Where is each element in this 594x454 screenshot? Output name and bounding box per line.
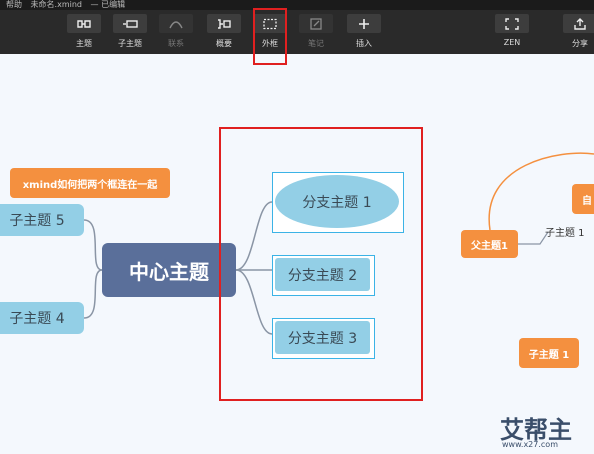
zen-button[interactable]: ZEN bbox=[494, 14, 530, 52]
toolbar: 主题 子主题 联系 概要 外框 笔记 插入 ZEN 分享 bbox=[0, 8, 594, 65]
menu-bar: 帮助 未命名.xmind — 已编辑 bbox=[0, 0, 594, 10]
share-button[interactable]: 分享 bbox=[562, 14, 594, 52]
relation-label: 联系 bbox=[168, 39, 184, 48]
share-label: 分享 bbox=[572, 39, 588, 48]
parent-topic[interactable]: 父主题1 bbox=[461, 230, 518, 258]
insert-icon bbox=[359, 18, 369, 29]
subtopic-label: 子主题 bbox=[118, 39, 142, 48]
document-title: 未命名.xmind bbox=[30, 0, 82, 9]
zen-label: ZEN bbox=[503, 38, 521, 47]
summary-button[interactable]: 概要 bbox=[206, 14, 242, 52]
relation-icon bbox=[169, 20, 183, 28]
share-icon bbox=[574, 17, 586, 30]
mind-map-canvas[interactable]: xmind如何把两个框连在一起 子主题 5 子主题 4 中心主题 分支主题 1 … bbox=[0, 54, 594, 454]
summary-label: 概要 bbox=[216, 39, 232, 48]
subtopic-4[interactable]: 子主题 4 bbox=[0, 302, 84, 334]
relation-button[interactable]: 联系 bbox=[158, 14, 194, 52]
menu-help[interactable]: 帮助 bbox=[6, 0, 22, 9]
child-topic-plain[interactable]: 子主题 1 bbox=[545, 224, 585, 239]
callout-topic[interactable]: xmind如何把两个框连在一起 bbox=[10, 168, 170, 198]
note-button[interactable]: 笔记 bbox=[298, 14, 334, 52]
summary-icon bbox=[218, 18, 231, 29]
topic-button[interactable]: 主题 bbox=[66, 14, 102, 52]
child-topic-box[interactable]: 子主题 1 bbox=[519, 338, 579, 368]
selection-highlight bbox=[219, 127, 423, 401]
note-label: 笔记 bbox=[308, 39, 324, 48]
central-topic[interactable]: 中心主题 bbox=[102, 243, 236, 297]
subtopic-icon bbox=[123, 19, 138, 28]
subtopic-button[interactable]: 子主题 bbox=[112, 14, 148, 52]
subtopic-5[interactable]: 子主题 5 bbox=[0, 204, 84, 236]
insert-label: 插入 bbox=[356, 39, 372, 48]
topic-label: 主题 bbox=[76, 39, 92, 48]
custom-topic[interactable]: 自 bbox=[572, 184, 594, 214]
zen-icon bbox=[505, 17, 519, 30]
topic-icon bbox=[77, 19, 91, 28]
note-icon bbox=[310, 17, 322, 30]
save-status: — 已编辑 bbox=[90, 0, 126, 9]
insert-button[interactable]: 插入 bbox=[346, 14, 382, 52]
watermark-url: www.x27.com bbox=[502, 440, 558, 449]
